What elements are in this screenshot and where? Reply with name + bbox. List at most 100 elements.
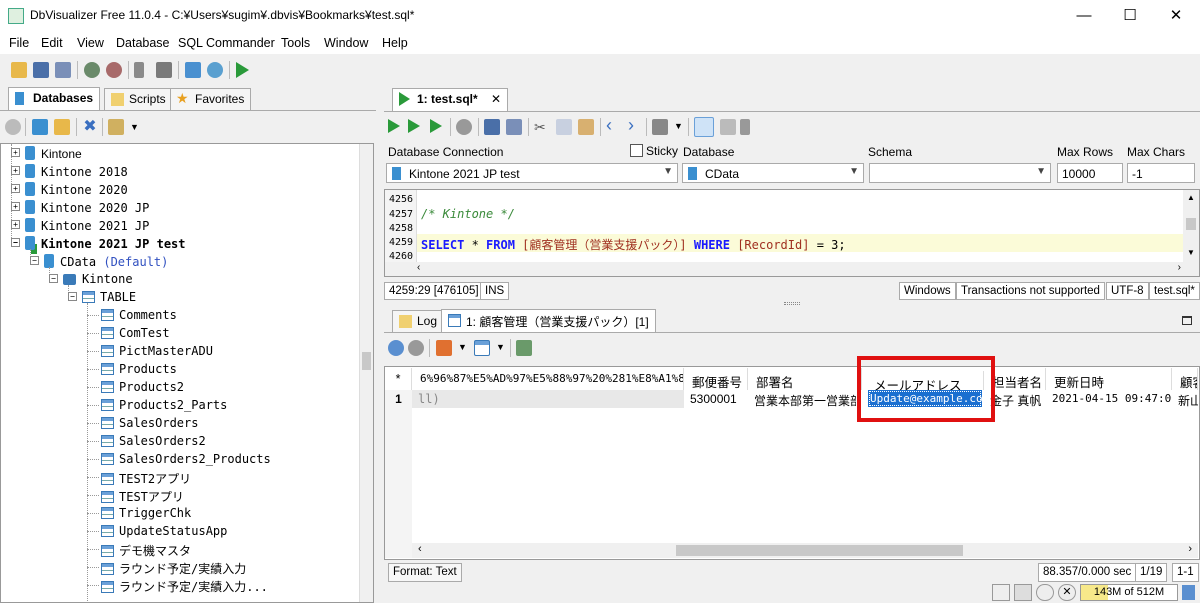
tree-table[interactable]: Products <box>87 362 177 376</box>
open-folder-icon[interactable] <box>11 62 27 78</box>
maximize-button[interactable]: ☐ <box>1110 4 1150 28</box>
database-tree[interactable]: + Kintone + Kintone 2018 + Kintone 2020 + Ki… <box>0 143 374 603</box>
chevron-down-icon[interactable]: ▼ <box>496 342 505 352</box>
minimize-button[interactable]: — <box>1064 4 1104 28</box>
memory-bar[interactable]: 143M of 512M <box>1080 584 1178 601</box>
splitter-handle[interactable] <box>784 302 800 305</box>
chevron-down-icon[interactable]: ▼ <box>674 121 683 131</box>
layout-toggle-icon[interactable] <box>694 117 714 137</box>
max-rows-input[interactable]: 10000 <box>1057 163 1123 183</box>
filter-icon[interactable] <box>108 119 124 135</box>
tree-active-connection[interactable]: − Kintone 2021 JP test <box>11 236 186 251</box>
database-select[interactable]: CData ▼ <box>682 163 864 183</box>
execute-current-icon[interactable] <box>408 119 420 133</box>
tree-table-folder[interactable]: − TABLE <box>68 290 136 304</box>
grid-hscroll-thumb[interactable] <box>676 545 963 556</box>
layout-max-icon[interactable] <box>740 119 750 135</box>
grid-view-icon[interactable] <box>474 340 490 356</box>
disconnect-icon[interactable] <box>106 62 122 78</box>
tree-connection[interactable]: + Kintone 2018 <box>11 164 128 179</box>
run-icon[interactable] <box>236 62 249 78</box>
table-icon[interactable] <box>185 62 201 78</box>
grid-cell[interactable]: 2021-04-15 09:47:00 <box>1046 390 1172 408</box>
line-ending[interactable]: Windows <box>899 282 956 300</box>
tree-table[interactable]: TriggerChk <box>87 506 191 520</box>
editor-hscrollbar[interactable]: ‹ › <box>385 262 1185 276</box>
tab-editor[interactable]: 1: test.sql* ✕ <box>392 88 509 112</box>
save-as-icon[interactable] <box>506 119 522 135</box>
tab-scripts[interactable]: Scripts <box>104 88 173 110</box>
editor-vscrollbar[interactable]: ▲ ▼ <box>1183 190 1199 276</box>
menu-sql-commander[interactable]: SQL Commander <box>178 36 275 50</box>
grid-header[interactable]: 部署名 <box>748 368 862 390</box>
tree-table[interactable]: ラウンド予定/実績入力... <box>87 578 268 595</box>
grid-cell[interactable]: 営業本部第一営業部 <box>748 390 856 408</box>
close-tab-icon[interactable]: ✕ <box>491 92 501 106</box>
tree-scrollbar[interactable] <box>359 144 373 602</box>
tools-icon[interactable] <box>652 119 668 135</box>
refresh-icon[interactable] <box>1036 584 1054 601</box>
execute-buffer-icon[interactable] <box>430 119 442 133</box>
tree-table[interactable]: TESTアプリ <box>87 488 184 505</box>
chevron-up-icon[interactable]: ▲ <box>1187 193 1195 202</box>
properties-icon[interactable] <box>134 62 144 78</box>
tree-table[interactable]: ラウンド予定/実績入力 <box>87 560 246 577</box>
tree-table[interactable]: SalesOrders <box>87 416 198 430</box>
create-folder-icon[interactable] <box>54 119 70 135</box>
tab-log[interactable]: Log <box>392 310 445 332</box>
back-icon[interactable]: ‹ <box>606 115 612 136</box>
grid-hscrollbar[interactable]: ‹ › <box>412 543 1198 558</box>
monitor-icon[interactable] <box>207 62 223 78</box>
execute-icon[interactable] <box>388 119 400 133</box>
grid-header[interactable]: 6%96%87%E5%AD%97%E5%88%97%20%281%E8%A1%8… <box>412 368 684 390</box>
grid-header[interactable]: 顧客 <box>1172 368 1198 390</box>
tree-table[interactable]: PictMasterADU <box>87 344 213 358</box>
row-number[interactable]: 1 <box>385 390 412 408</box>
grid-header-rownum[interactable]: * <box>385 368 412 390</box>
save-all-icon[interactable] <box>55 62 71 78</box>
stop-icon[interactable] <box>408 340 424 356</box>
layout-split-icon[interactable] <box>720 119 736 135</box>
stop-icon[interactable] <box>456 119 472 135</box>
db-connection-select[interactable]: Kintone 2021 JP test ▼ <box>386 163 678 183</box>
tree-table[interactable]: TEST2アプリ <box>87 470 191 487</box>
connect-icon[interactable] <box>84 62 100 78</box>
encoding[interactable]: UTF-8 <box>1106 282 1149 300</box>
tree-schema[interactable]: − Kintone <box>49 272 133 286</box>
save-icon[interactable] <box>33 62 49 78</box>
tree-table[interactable]: デモ機マスタ <box>87 542 191 559</box>
menu-view[interactable]: View <box>77 36 104 50</box>
save-icon[interactable] <box>484 119 500 135</box>
tree-table[interactable]: ComTest <box>87 326 170 340</box>
menu-help[interactable]: Help <box>382 36 408 50</box>
grid-header[interactable]: 郵便番号 <box>684 368 748 390</box>
menu-tools[interactable]: Tools <box>281 36 310 50</box>
paste-icon[interactable] <box>578 119 594 135</box>
menu-database[interactable]: Database <box>116 36 170 50</box>
tree-scroll-thumb[interactable] <box>362 352 371 370</box>
chevron-right-icon[interactable]: › <box>1178 262 1181 273</box>
export-icon[interactable] <box>436 340 452 356</box>
restore-panel-icon[interactable] <box>1182 316 1192 325</box>
grip-icon[interactable] <box>992 584 1010 601</box>
collapse-icon[interactable]: ✖ <box>82 119 98 135</box>
tools-icon[interactable] <box>156 62 172 78</box>
refresh-icon[interactable] <box>388 340 404 356</box>
tab-result[interactable]: 1: 顧客管理（営業支援パック）[1] <box>441 309 656 333</box>
tree-connection[interactable]: + Kintone 2020 <box>11 182 128 197</box>
create-connection-icon[interactable] <box>32 119 48 135</box>
menu-file[interactable]: File <box>9 36 29 50</box>
tab-favorites[interactable]: ★ Favorites <box>170 88 252 110</box>
calculator-icon[interactable] <box>516 340 532 356</box>
tree-table[interactable]: UpdateStatusApp <box>87 524 227 538</box>
chevron-down-icon[interactable]: ▼ <box>1187 248 1195 257</box>
grid-cell[interactable]: 5300001 <box>684 390 748 408</box>
chevron-left-icon[interactable]: ‹ <box>417 262 420 273</box>
grid-cell[interactable]: 新山 <box>1172 390 1198 408</box>
refresh-icon[interactable] <box>5 119 21 135</box>
chevron-down-icon[interactable]: ▼ <box>130 122 139 132</box>
trash-icon[interactable] <box>1182 585 1195 600</box>
grid-cell[interactable]: ll) <box>412 390 684 408</box>
tree-table[interactable]: Comments <box>87 308 177 322</box>
stop-icon[interactable]: ✕ <box>1058 584 1076 601</box>
